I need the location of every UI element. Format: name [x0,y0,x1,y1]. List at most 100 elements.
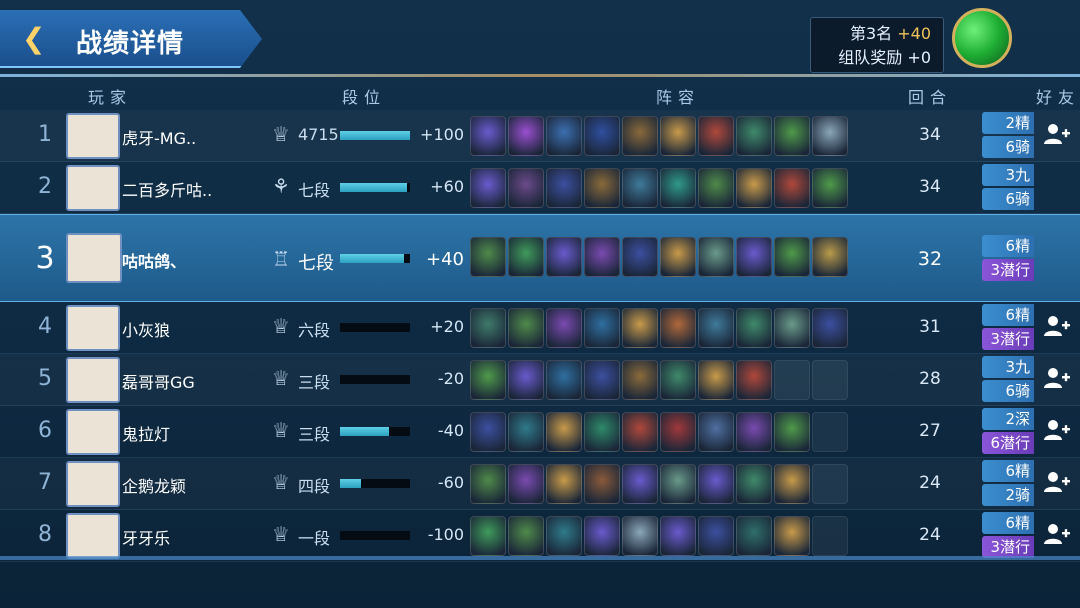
unit-icon[interactable] [736,464,772,504]
unit-icon[interactable] [698,360,734,400]
unit-icon[interactable] [546,308,582,348]
unit-icon[interactable] [584,116,620,156]
user-avatar[interactable] [952,8,1012,68]
unit-icon[interactable] [508,308,544,348]
unit-icon[interactable] [698,308,734,348]
unit-icon[interactable] [622,168,658,208]
unit-icon[interactable] [736,168,772,208]
player-avatar[interactable] [66,165,120,211]
unit-icon[interactable] [774,516,810,556]
unit-icon[interactable] [470,516,506,556]
player-avatar[interactable] [66,461,120,507]
unit-icon[interactable] [622,412,658,452]
unit-icon[interactable] [660,360,696,400]
unit-icon[interactable] [508,116,544,156]
player-avatar[interactable] [66,409,120,455]
unit-icon[interactable] [584,516,620,556]
unit-icon[interactable] [698,464,734,504]
unit-icon[interactable] [736,116,772,156]
player-avatar[interactable] [66,357,120,403]
unit-icon[interactable] [812,168,848,208]
unit-icon[interactable] [698,412,734,452]
unit-icon[interactable] [622,360,658,400]
unit-icon[interactable] [584,412,620,452]
unit-icon[interactable] [812,308,848,348]
unit-icon[interactable] [774,464,810,504]
unit-icon[interactable] [584,360,620,400]
unit-icon[interactable] [546,237,582,277]
unit-icon[interactable] [622,464,658,504]
unit-icon[interactable] [622,116,658,156]
unit-icon[interactable] [470,308,506,348]
unit-icon[interactable] [698,237,734,277]
unit-icon[interactable] [660,116,696,156]
table-row[interactable]: 4 小灰狼 ♕ 六段 +20 31 6精 3潜行 [0,302,1080,354]
unit-icon[interactable] [508,412,544,452]
unit-icon[interactable] [812,237,848,277]
table-row[interactable]: 3 咕咕鸽、 ♖ 七段 +40 32 6精 3潜行 [0,214,1080,302]
unit-icon[interactable] [622,308,658,348]
unit-icon[interactable] [736,360,772,400]
player-avatar[interactable] [66,305,120,351]
unit-icon[interactable] [546,516,582,556]
unit-icon[interactable] [698,116,734,156]
unit-icon[interactable] [470,116,506,156]
unit-icon[interactable] [470,412,506,452]
add-friend-icon[interactable] [1040,122,1074,152]
unit-icon[interactable] [470,464,506,504]
unit-icon[interactable] [508,516,544,556]
player-avatar[interactable] [66,113,120,159]
add-friend-icon[interactable] [1040,314,1074,344]
unit-icon[interactable] [470,237,506,277]
unit-icon[interactable] [622,516,658,556]
unit-icon[interactable] [622,237,658,277]
unit-icon[interactable] [508,464,544,504]
unit-icon[interactable] [584,168,620,208]
table-row[interactable]: 8 牙牙乐 ♕ 一段 -100 24 6精 3潜行 [0,510,1080,562]
table-row[interactable]: 5 磊哥哥GG ♕ 三段 -20 28 3九 6骑 [0,354,1080,406]
unit-icon[interactable] [698,516,734,556]
table-row[interactable]: 1 虎牙-MG.. ♕ 4715 +100 34 2精 6骑 [0,110,1080,162]
unit-icon[interactable] [736,308,772,348]
unit-icon[interactable] [774,308,810,348]
unit-icon[interactable] [774,116,810,156]
table-row[interactable]: 6 鬼拉灯 ♕ 三段 -40 27 2深 6潜行 [0,406,1080,458]
unit-icon[interactable] [470,168,506,208]
unit-icon[interactable] [584,464,620,504]
unit-icon[interactable] [508,168,544,208]
unit-icon[interactable] [774,168,810,208]
unit-icon[interactable] [546,360,582,400]
table-row[interactable]: 7 企鹅龙颖 ♕ 四段 -60 24 6精 2骑 [0,458,1080,510]
tier-progress-fill [340,254,405,263]
unit-icon[interactable] [736,237,772,277]
add-friend-icon[interactable] [1040,418,1074,448]
unit-icon[interactable] [546,116,582,156]
unit-icon[interactable] [812,116,848,156]
unit-icon[interactable] [736,412,772,452]
unit-icon[interactable] [660,412,696,452]
player-avatar[interactable] [66,233,122,283]
unit-icon[interactable] [470,360,506,400]
unit-icon[interactable] [660,464,696,504]
unit-icon[interactable] [584,237,620,277]
unit-icon[interactable] [660,308,696,348]
back-arrow-icon[interactable]: ❮ [22,24,56,54]
unit-icon[interactable] [508,360,544,400]
unit-icon[interactable] [774,412,810,452]
add-friend-icon[interactable] [1040,522,1074,552]
add-friend-icon[interactable] [1040,470,1074,500]
unit-icon[interactable] [546,464,582,504]
player-avatar[interactable] [66,513,120,559]
unit-icon[interactable] [546,168,582,208]
unit-icon[interactable] [546,412,582,452]
table-row[interactable]: 2 二百多斤咕.. ⚘ 七段 +60 34 3九 6骑 [0,162,1080,214]
unit-icon[interactable] [660,237,696,277]
unit-icon[interactable] [736,516,772,556]
unit-icon[interactable] [660,168,696,208]
unit-icon[interactable] [774,237,810,277]
add-friend-icon[interactable] [1040,366,1074,396]
unit-icon[interactable] [698,168,734,208]
unit-icon[interactable] [508,237,544,277]
unit-icon[interactable] [584,308,620,348]
unit-icon[interactable] [660,516,696,556]
